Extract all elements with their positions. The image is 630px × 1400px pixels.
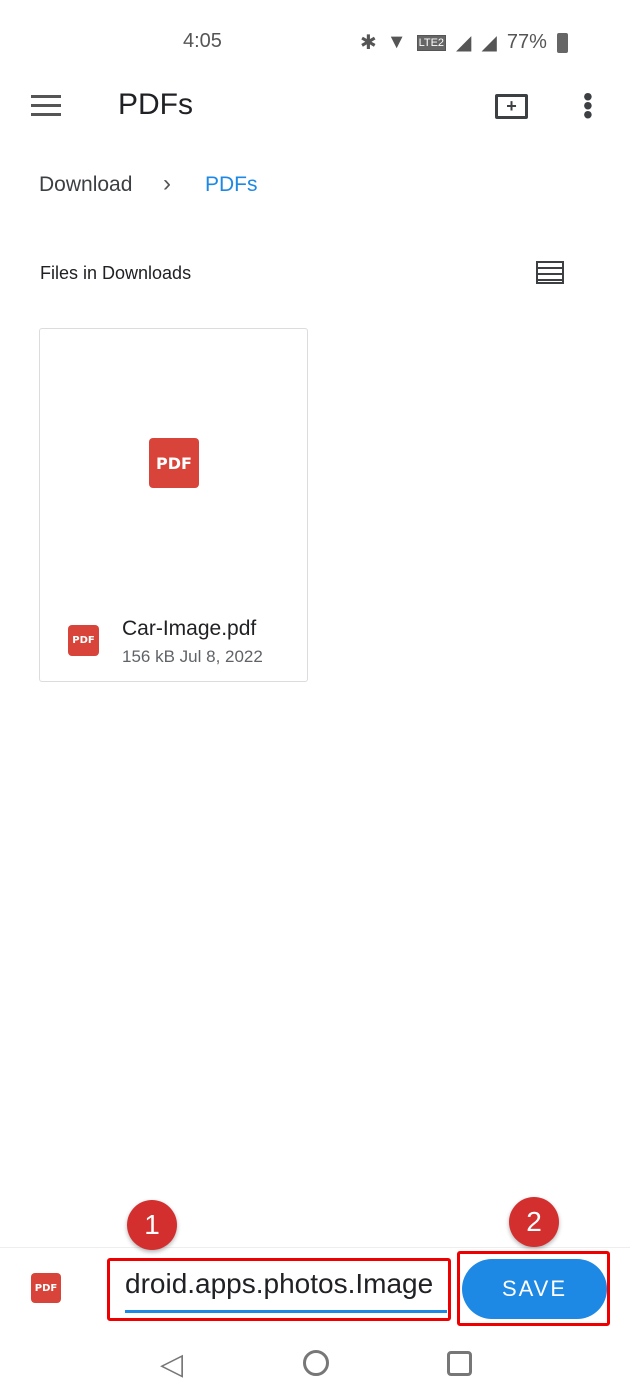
battery-charging-icon [556,32,568,53]
home-icon[interactable] [303,1350,329,1376]
pdf-type-icon: PDF [31,1273,61,1303]
annotation-1: 1 [127,1200,177,1250]
volte-icon: LTE2 [416,34,447,51]
section-title: Files in Downloads [40,263,192,283]
file-meta: 156 kB Jul 8, 2022 [122,647,263,667]
save-button[interactable]: SAVE [462,1259,607,1319]
pdf-thumbnail-icon: PDF [149,438,199,488]
back-icon[interactable]: ◁ [160,1347,183,1382]
chevron-right-icon: › [163,170,171,197]
file-date: Jul 8, 2022 [179,647,263,666]
page-title: PDFs [118,88,193,121]
recents-icon[interactable] [447,1351,472,1376]
file-card[interactable]: PDF PDF Car-Image.pdf 156 kB Jul 8, 2022 [39,328,308,682]
filename-input[interactable]: droid.apps.photos.Image [125,1268,447,1313]
list-view-icon[interactable] [536,261,564,284]
battery-text: 77% [506,31,547,53]
new-folder-icon[interactable]: + [495,94,528,119]
file-name: Car-Image.pdf [122,617,257,640]
signal-roaming-icon: ◢ [456,32,472,54]
breadcrumb-pdfs[interactable]: PDFs [205,173,258,197]
status-time: 4:05 [183,30,222,52]
status-icons: ✱ ▼ LTE2 ◢ ◢ 77% [360,30,568,55]
menu-icon[interactable] [31,95,61,116]
bluetooth-icon: ✱ [360,32,377,54]
more-vert-icon[interactable]: • • • [583,83,593,129]
wifi-icon: ▼ [386,31,407,53]
annotation-2: 2 [509,1197,559,1247]
file-size: 156 kB [122,647,175,666]
pdf-file-icon: PDF [68,625,99,656]
signal-icon: ◢ [481,32,497,54]
breadcrumb-download[interactable]: Download [39,173,132,197]
